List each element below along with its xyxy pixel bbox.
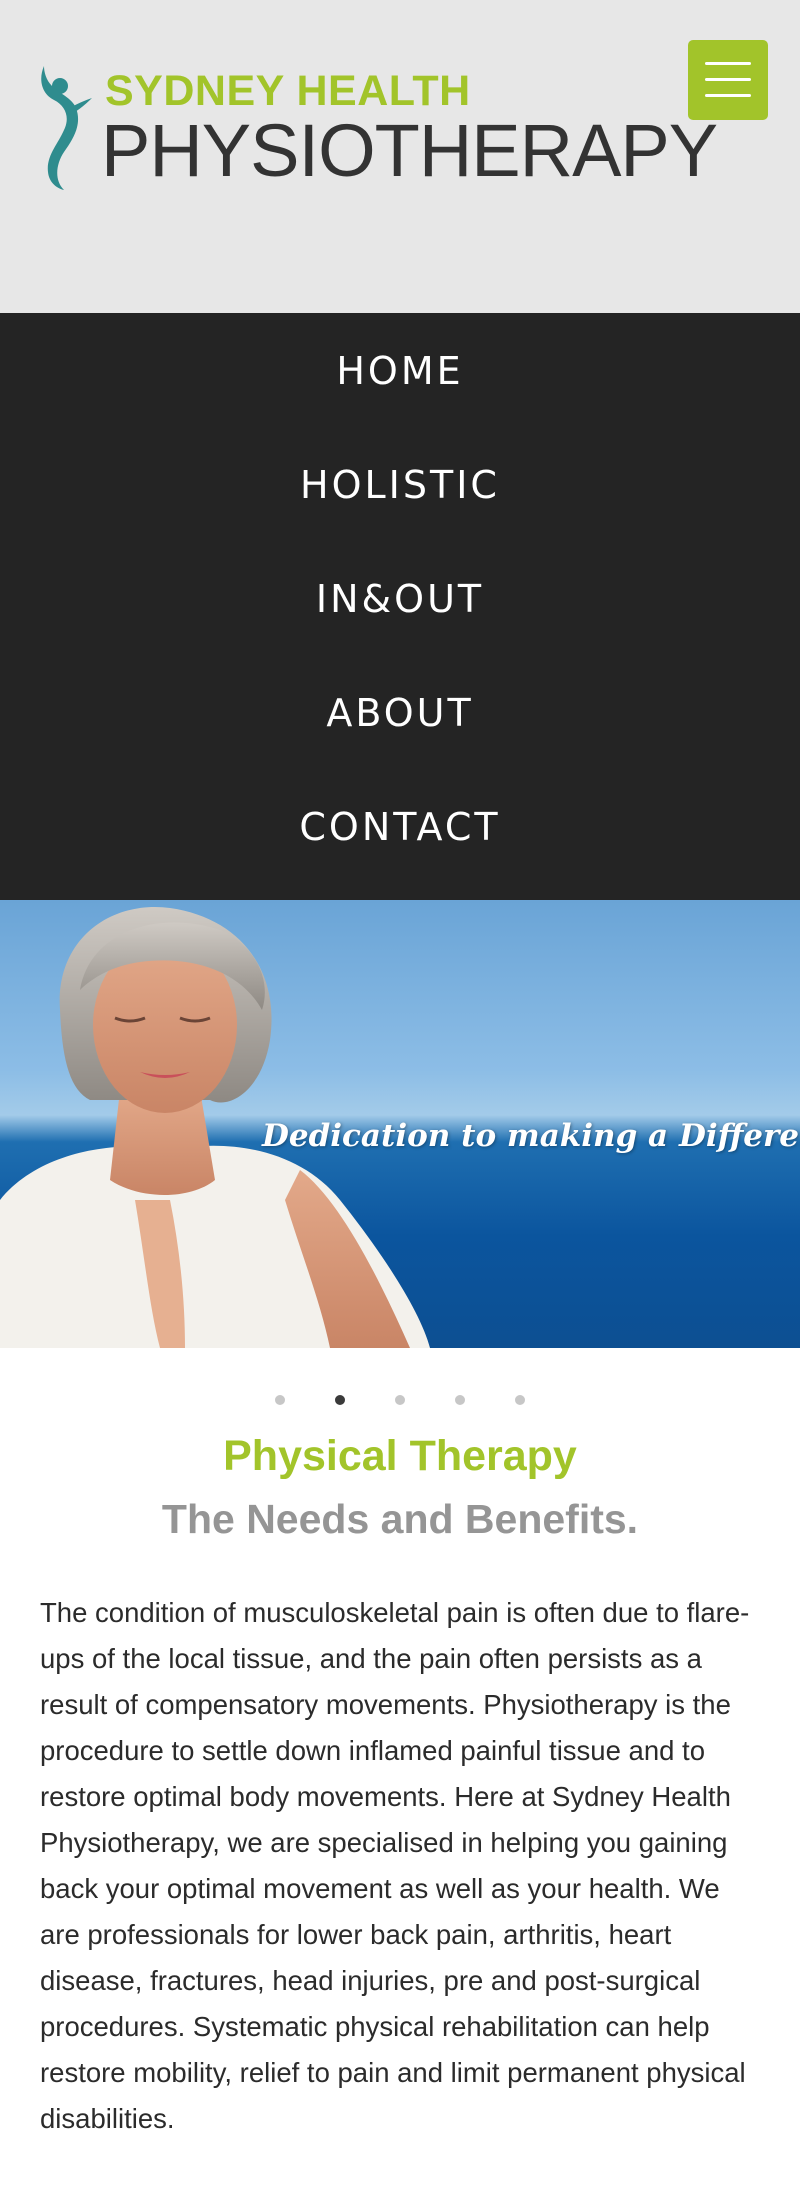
site-logo[interactable]: SYDNEY HEALTH PHYSIOTHERAPY [36,58,718,192]
carousel-pagination [0,1348,800,1428]
site-header: SYDNEY HEALTH PHYSIOTHERAPY [0,0,800,313]
nav-item-contact[interactable]: CONTACT [0,770,800,884]
main-navigation: HOME HOLISTIC IN&OUT ABOUT CONTACT [0,313,800,900]
nav-item-in-and-out[interactable]: IN&OUT [0,542,800,656]
carousel-dot-2[interactable] [335,1395,345,1405]
logo-subtitle-line: PHYSIOTHERAPY [101,109,718,192]
carousel-dot-3[interactable] [395,1395,405,1405]
nav-item-about[interactable]: ABOUT [0,656,800,770]
carousel-dot-4[interactable] [455,1395,465,1405]
section-title: Physical Therapy [223,1432,577,1480]
carousel-dot-1[interactable] [275,1395,285,1405]
nav-item-home[interactable]: HOME [0,314,800,428]
hero-slide: Dedication to making a Difference [0,900,800,1348]
carousel-dot-5[interactable] [515,1395,525,1405]
section-subtitle: The Needs and Benefits. [161,1496,639,1542]
intro-paragraph: The condition of musculoskeletal pain is… [40,1597,750,2134]
dancing-figure-logo-icon [41,66,92,190]
hero-caption: Dedication to making a Difference [262,1118,800,1154]
menu-toggle-button[interactable] [688,40,768,120]
nav-item-holistic[interactable]: HOLISTIC [0,428,800,542]
logo-title-line: SYDNEY HEALTH [105,67,471,115]
